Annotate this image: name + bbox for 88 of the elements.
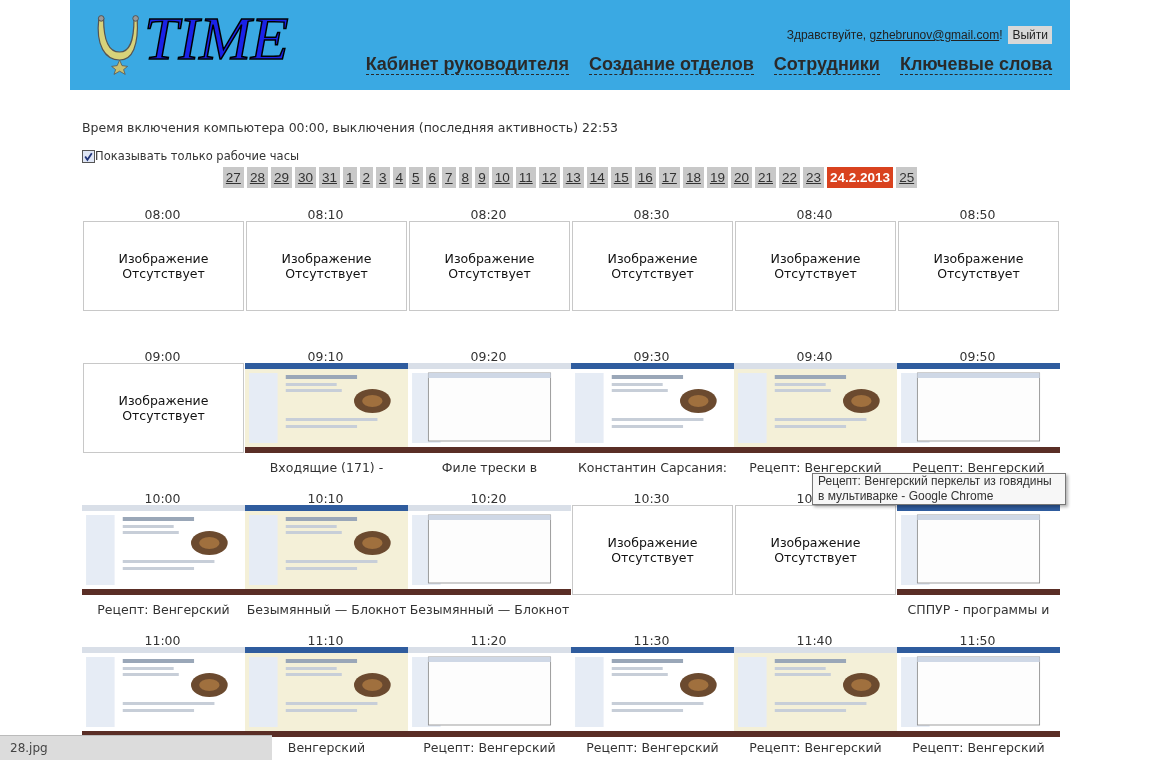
- date-link[interactable]: 24.2.2013: [827, 167, 894, 188]
- window-title-caption: Рецепт: Венгерский: [423, 740, 556, 755]
- date-link[interactable]: 18: [682, 167, 704, 188]
- missing-image-box[interactable]: Изображение Отсутствует: [572, 505, 733, 595]
- tooltip: Рецепт: Венгерский перкельт из говядины в мультиварке - Google Chrome: [812, 473, 1066, 505]
- date-link[interactable]: 13: [562, 167, 584, 188]
- date-link[interactable]: 7: [442, 167, 456, 188]
- date-link[interactable]: 9: [475, 167, 489, 188]
- date-link[interactable]: 23: [803, 167, 825, 188]
- date-link[interactable]: 14: [586, 167, 608, 188]
- nav-link[interactable]: Сотрудники: [773, 54, 880, 75]
- window-title-caption: Безымянный — Блокнот: [246, 602, 407, 617]
- missing-image-box[interactable]: Изображение Отсутствует: [735, 221, 896, 311]
- date-link[interactable]: 1: [343, 167, 357, 188]
- missing-image-box[interactable]: Изображение Отсутствует: [572, 221, 733, 311]
- time-label: 09:40: [796, 348, 833, 365]
- date-link[interactable]: 2: [359, 167, 374, 188]
- time-label: 09:50: [959, 348, 996, 365]
- time-label: 09:30: [633, 348, 670, 365]
- nav-link[interactable]: Создание отделов: [588, 54, 754, 75]
- nav-link[interactable]: Кабинет руководителя: [365, 54, 569, 75]
- logout-button[interactable]: Выйти: [1008, 26, 1052, 44]
- time-label: 11:50: [959, 632, 996, 649]
- date-link[interactable]: 22: [779, 167, 801, 188]
- time-label: 11:10: [307, 632, 344, 649]
- date-link[interactable]: 8: [458, 167, 473, 188]
- missing-image-box[interactable]: Изображение Отсутствует: [83, 221, 244, 311]
- time-label: 10: [796, 490, 813, 507]
- date-link[interactable]: 30: [294, 167, 316, 188]
- window-title-caption: Входящие (171) -: [269, 460, 384, 475]
- time-label: 08:00: [144, 206, 181, 223]
- time-label: 08:20: [470, 206, 507, 223]
- missing-image-box[interactable]: Изображение Отсутствует: [246, 221, 407, 311]
- nav-link[interactable]: Ключевые слова: [899, 54, 1052, 75]
- time-label: 11:00: [144, 632, 181, 649]
- date-link[interactable]: 4: [392, 167, 407, 188]
- time-label: 11:30: [633, 632, 670, 649]
- date-link[interactable]: 16: [634, 167, 656, 188]
- window-title-caption: Венгерский: [287, 740, 366, 755]
- time-label: 08:50: [959, 206, 996, 223]
- missing-image-box[interactable]: Изображение Отсутствует: [409, 221, 570, 311]
- time-label: 10:10: [307, 490, 344, 507]
- date-link[interactable]: 11: [515, 167, 536, 188]
- checkbox-label: Показывать только рабочие часы: [95, 149, 300, 163]
- logo-text: TIME: [144, 8, 289, 68]
- time-label: 08:30: [633, 206, 670, 223]
- date-link[interactable]: 20: [730, 167, 752, 188]
- date-link[interactable]: 31: [318, 167, 340, 188]
- window-title-caption: Рецепт: Венгерский: [749, 740, 882, 755]
- window-title-caption: Безымянный — Блокнот: [409, 602, 570, 617]
- date-link[interactable]: 5: [409, 167, 423, 188]
- window-title-caption: Рецепт: Венгерский: [749, 460, 882, 475]
- window-title-caption: Рецепт: Венгерский: [97, 602, 230, 617]
- date-link[interactable]: 12: [538, 167, 560, 188]
- checkbox[interactable]: [82, 149, 95, 163]
- time-label: 10:20: [470, 490, 507, 507]
- window-title-caption: СППУР - программы и: [907, 602, 1050, 617]
- window-title-caption: Филе трески в: [441, 460, 538, 475]
- window-title-caption: Константин Сарсания:: [577, 460, 728, 475]
- window-title-caption: Рецепт: Венгерский: [586, 740, 719, 755]
- info-text: Время включения компьютера 00:00, выключения (последняя активность) 22:53: [82, 120, 620, 135]
- missing-image-box[interactable]: Изображение Отсутствует: [735, 505, 896, 595]
- date-link[interactable]: 6: [425, 167, 440, 188]
- date-link[interactable]: 10: [491, 167, 513, 188]
- time-label: 11:40: [796, 632, 833, 649]
- date-link[interactable]: 3: [376, 167, 390, 188]
- time-label: 10:30: [633, 490, 670, 507]
- date-link[interactable]: 19: [706, 167, 728, 188]
- status-bar: 28.jpg: [0, 735, 272, 760]
- time-label: 09:10: [307, 348, 344, 365]
- time-label: 08:40: [796, 206, 833, 223]
- missing-image-box[interactable]: Изображение Отсутствует: [83, 363, 244, 453]
- time-label: 10:00: [144, 490, 181, 507]
- time-label: 09:20: [470, 348, 507, 365]
- missing-image-box[interactable]: Изображение Отсутствует: [898, 221, 1059, 311]
- date-link[interactable]: 15: [610, 167, 632, 188]
- greeting-text: Здравствуйте, gzhebrunov@gmail.com!: [786, 28, 1003, 42]
- window-title-caption: Рецепт: Венгерский: [912, 460, 1045, 475]
- date-link[interactable]: 28: [246, 167, 268, 188]
- date-link[interactable]: 27: [222, 167, 244, 188]
- date-link[interactable]: 21: [754, 167, 776, 188]
- window-title-caption: Рецепт: Венгерский: [912, 740, 1045, 755]
- time-label: 08:10: [307, 206, 344, 223]
- date-link[interactable]: 29: [270, 167, 292, 188]
- time-label: 09:00: [144, 348, 181, 365]
- date-link[interactable]: 17: [658, 167, 680, 188]
- time-label: 11:20: [470, 632, 507, 649]
- date-link[interactable]: 25: [896, 167, 918, 188]
